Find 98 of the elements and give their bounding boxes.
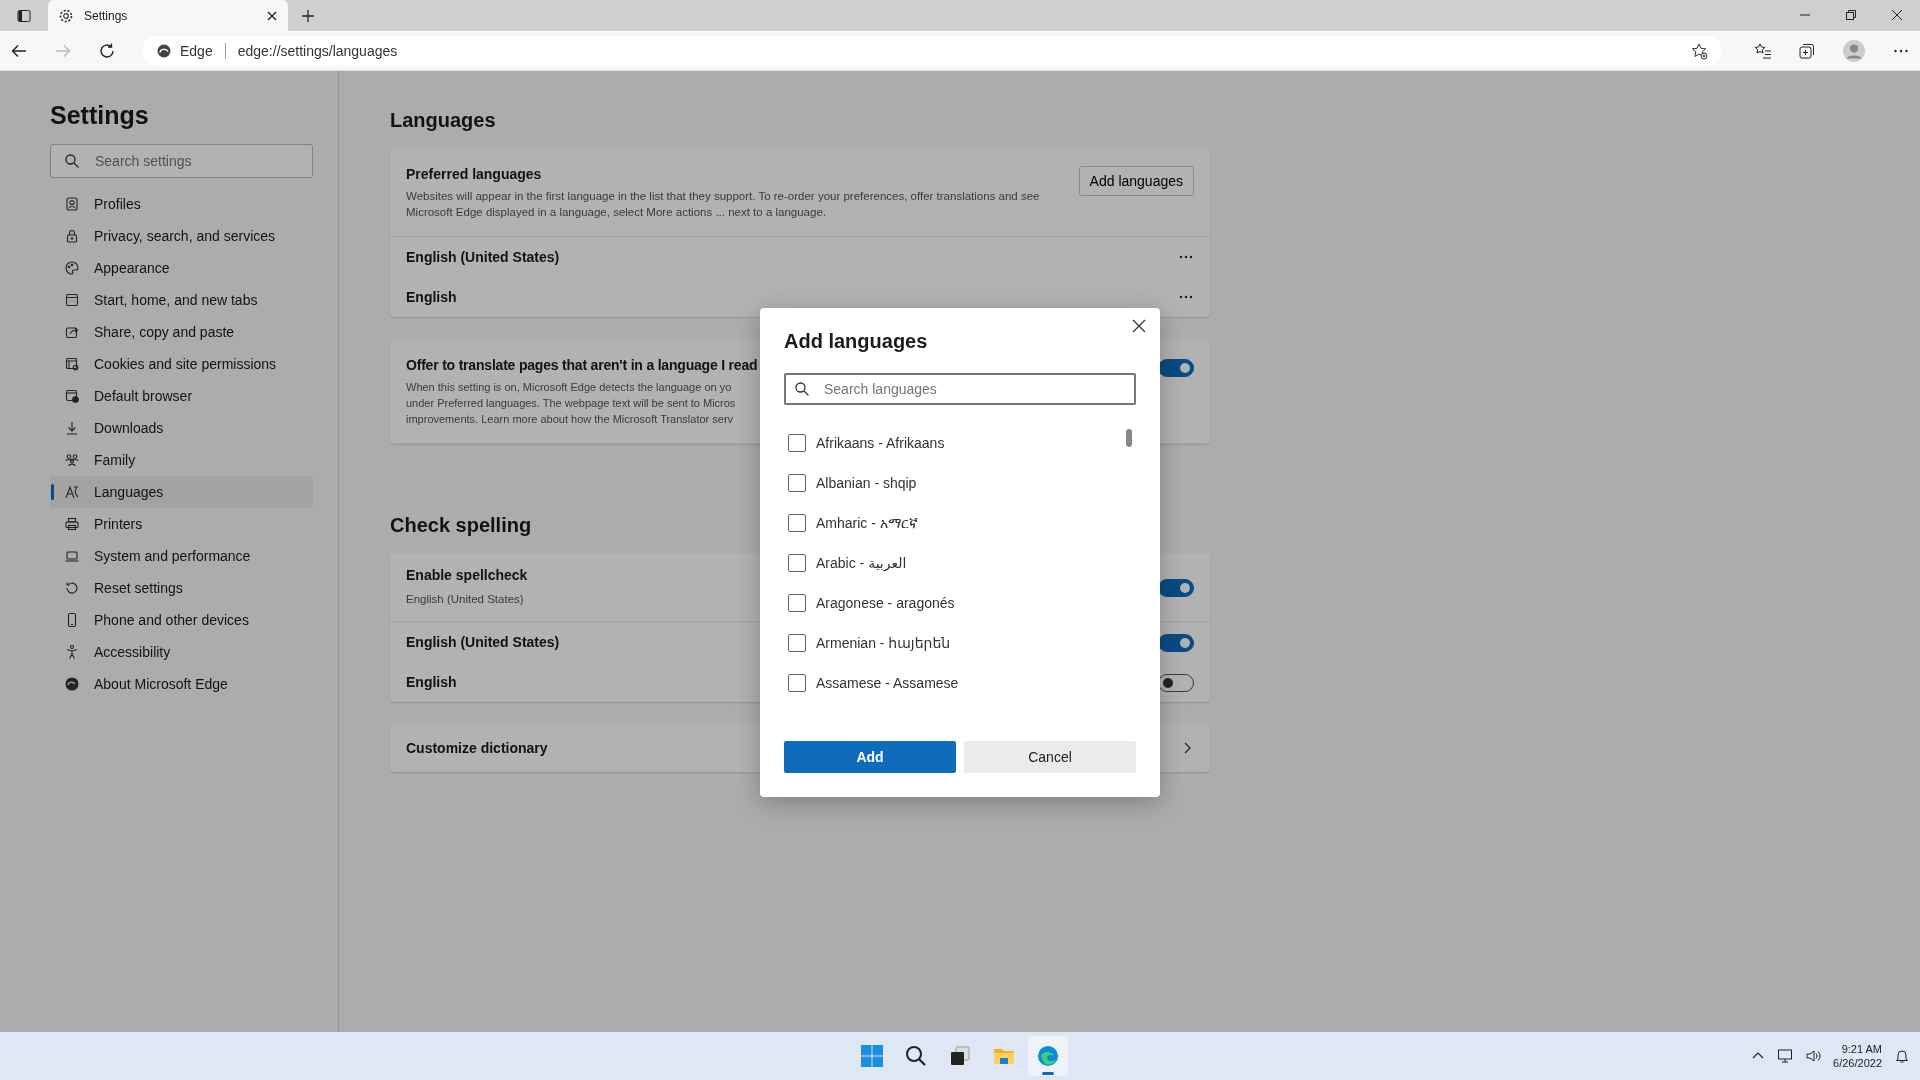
swirl-logo-icon [156, 42, 172, 59]
sidebar-item[interactable]: Accessibility [50, 636, 313, 668]
clock[interactable]: 9:21 AM 6/26/2022 [1833, 1042, 1882, 1070]
sidebar-item[interactable]: Cookies and site permissions [50, 348, 313, 380]
toggle-switch[interactable] [1158, 634, 1194, 652]
language-option[interactable]: Albanian - shqip [784, 463, 1136, 503]
toggle-switch[interactable] [1158, 579, 1194, 597]
toggle-switch[interactable] [1158, 359, 1194, 377]
profile-icon [64, 196, 80, 212]
add-languages-button[interactable]: Add languages [1078, 166, 1194, 196]
sidebar-item[interactable]: Default browser [50, 380, 313, 412]
sidebar-item[interactable]: Start, home, and new tabs [50, 284, 313, 316]
window-dots-icon [64, 292, 80, 308]
new-tab-icon[interactable] [300, 8, 316, 24]
language-icon [64, 484, 80, 500]
checkbox[interactable] [788, 634, 806, 652]
checkbox[interactable] [788, 434, 806, 452]
checkbox[interactable] [788, 594, 806, 612]
accessibility-icon [64, 644, 80, 660]
checkbox[interactable] [788, 554, 806, 572]
setting-title: Customize dictionary [406, 740, 548, 756]
close-icon[interactable] [1132, 319, 1146, 333]
section-title: Check spelling [390, 514, 532, 537]
windows-logo-icon [860, 1044, 884, 1068]
sidebar-item[interactable]: About Microsoft Edge [50, 668, 313, 700]
avatar-icon[interactable] [1842, 38, 1866, 63]
share-icon [64, 324, 80, 340]
language-option[interactable]: Assamese - Assamese [784, 663, 1136, 703]
browser-tab[interactable]: Settings [48, 0, 288, 31]
checkbox[interactable] [788, 474, 806, 492]
refresh-icon[interactable] [98, 41, 116, 60]
language-option[interactable]: Arabic - العربية [784, 543, 1136, 583]
sidebar-item[interactable]: Appearance [50, 252, 313, 284]
lock-icon [64, 228, 80, 244]
setting-title: Enable spellcheck [406, 567, 528, 583]
card-title: Preferred languages [406, 166, 542, 182]
search-icon [904, 1044, 928, 1068]
setting-title: Offer to translate pages that aren't in a language I read [406, 357, 758, 373]
search-field[interactable]: Search languages [784, 373, 1136, 405]
sidebar-item[interactable]: Share, copy and paste [50, 316, 313, 348]
setting-title: English (United States) [406, 634, 560, 650]
language-option[interactable]: Afrikaans - Afrikaans [784, 423, 1136, 463]
monitor-icon[interactable] [1777, 1048, 1794, 1064]
window-gear-icon [64, 356, 80, 372]
url-text: edge://settings/languages [237, 42, 398, 59]
collections-icon[interactable] [1798, 41, 1816, 60]
sidebar-item[interactable]: Downloads [50, 412, 313, 444]
palette-icon [64, 260, 80, 276]
search-icon [794, 381, 810, 397]
swirl-logo-icon [64, 676, 80, 692]
people-icon [64, 452, 80, 468]
language-option[interactable]: Aragonese - aragonés [784, 583, 1136, 623]
setting-title: English [406, 674, 457, 690]
speaker-icon[interactable] [1805, 1048, 1822, 1064]
date-text: 6/26/2022 [1833, 1056, 1882, 1070]
sidebar-item[interactable]: Family [50, 444, 313, 476]
reset-icon [64, 580, 80, 596]
time-text: 9:21 AM [1841, 1042, 1882, 1056]
sidebar-title: Settings [50, 101, 149, 130]
sidebar-item[interactable]: Printers [50, 508, 313, 540]
add-button[interactable]: Add [784, 741, 956, 773]
window-check-icon [64, 388, 80, 404]
printer-icon [64, 516, 80, 532]
checkbox[interactable] [788, 514, 806, 532]
sidebar-item[interactable]: Profiles [50, 188, 313, 220]
address-bar[interactable]: Edge edge://settings/languages [142, 35, 1722, 66]
setting-description: When this setting is on, Microsoft Edge detects the language on yo under Preferred languages. The webpage text will be sent to Micros improvements. Learn more about how the Microsoft Translator serv [406, 380, 736, 427]
star-plus-icon[interactable] [1690, 41, 1708, 60]
card-description: Websites will appear in the first language in the list that they support. To re-order your preferences, offer translations and see Microsoft Edge displayed in a language, select More actions ... next to a language. [406, 189, 1041, 220]
cancel-button[interactable]: Cancel [964, 741, 1136, 773]
download-icon [64, 420, 80, 436]
setting-subtitle: English (United States) [406, 592, 524, 607]
sidebar-panel-icon [16, 7, 32, 24]
sidebar-item[interactable]: Reset settings [50, 572, 313, 604]
settings-icon [58, 7, 74, 24]
close-tab-icon[interactable] [266, 9, 278, 22]
language-option[interactable]: Armenian - հայերեն [784, 623, 1136, 663]
tab-title: Settings [84, 8, 129, 23]
toggle-switch[interactable] [1158, 674, 1194, 692]
sidebar-item[interactable]: Languages [50, 476, 313, 508]
favorites-icon[interactable] [1754, 41, 1772, 60]
sidebar-item[interactable]: System and performance [50, 540, 313, 572]
scrollbar-thumb[interactable] [1126, 429, 1132, 447]
section-title: Languages [390, 109, 496, 132]
language-option[interactable]: Amharic - አማርኛ [784, 503, 1136, 543]
sidebar-item[interactable]: Phone and other devices [50, 604, 313, 636]
swirl-logo-icon [1036, 1044, 1060, 1068]
search-icon [64, 153, 80, 169]
task-view-icon [948, 1044, 972, 1068]
sidebar-item[interactable]: Privacy, search, and services [50, 220, 313, 252]
laptop-icon [64, 548, 80, 564]
site-label: Edge [180, 42, 213, 59]
language-name: English (United States) [406, 249, 560, 265]
checkbox[interactable] [788, 674, 806, 692]
search-field[interactable]: Search settings [50, 144, 313, 178]
dialog-title: Add languages [784, 330, 928, 353]
bell-icon[interactable] [1894, 1048, 1910, 1064]
language-name: English [406, 289, 457, 305]
